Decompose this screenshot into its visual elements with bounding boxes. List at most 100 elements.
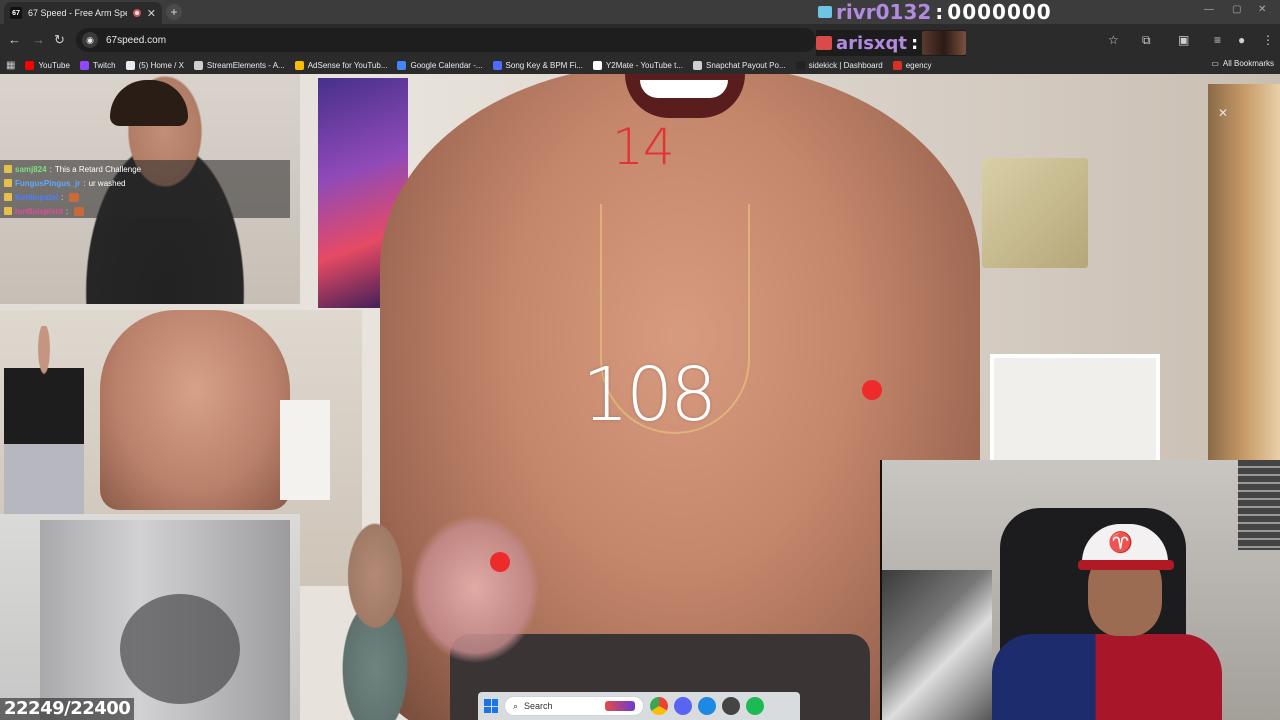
bookmark-item[interactable]: YouTube [25, 60, 70, 70]
badge-icon [816, 36, 832, 50]
bookmark-label: AdSense for YouTub... [307, 60, 388, 70]
bookmark-label: StreamElements - A... [206, 60, 285, 70]
bookmark-favicon-icon [892, 60, 902, 70]
close-overlay-icon[interactable]: ✕ [1218, 106, 1228, 120]
minimize-icon[interactable]: — [1204, 4, 1214, 15]
chat-overlay: samj824: This a Retard Challenge FungusPin… [0, 160, 290, 218]
taskbar: ⌕ Search [478, 692, 800, 720]
dark-patch [120, 594, 240, 704]
tab-title: 67 Speed - Free Arm Speed [28, 8, 127, 18]
url-text: 67speed.com [106, 34, 167, 46]
bookmark-item[interactable]: Snapchat Payout Po... [693, 60, 786, 70]
streamer-webcam: ♈ [880, 460, 1280, 720]
chat-badge-icon [4, 207, 12, 215]
progress-counter: 22249/22400 [0, 698, 135, 720]
bookmark-favicon-icon [492, 60, 502, 70]
bookmark-favicon-icon [294, 60, 304, 70]
overlay-top-user: rivr0132 : 0000000 [818, 0, 1052, 24]
search-highlight-image [605, 701, 635, 711]
emote-image [922, 31, 967, 55]
cap-logo: ♈ [1108, 532, 1133, 554]
bookmark-favicon-icon [693, 60, 702, 70]
bookmark-label: (5) Home / X [138, 60, 184, 70]
taskbar-search[interactable]: ⌕ Search [504, 696, 644, 716]
shelf-thumbnail [280, 400, 330, 500]
bookmark-star-icon[interactable]: ☆ [1108, 33, 1119, 47]
chat-emote-image [74, 206, 85, 216]
bookmark-label: Google Calendar -... [410, 60, 483, 70]
timer-display: 14 [612, 118, 675, 176]
windows-start-icon[interactable] [484, 699, 498, 713]
video-stage: 14 108 ✕ samj824: This a Retard Challenge… [0, 74, 1280, 720]
apps-grid-icon[interactable]: ▦ [6, 60, 15, 71]
bookmark-item[interactable]: Twitch [79, 60, 116, 70]
reload-icon[interactable]: ↻ [54, 32, 65, 48]
all-bookmarks-button[interactable]: ▭ All Bookmarks [1211, 59, 1274, 68]
overlay-top-username: rivr0132 [836, 0, 932, 24]
browser-toolbar: ← → ↻ ◉ 67speed.com ☆ ⧉ ▣ ≡ ● ⋮ [0, 24, 1280, 56]
cap-brim [1078, 560, 1174, 570]
browser-tab[interactable]: 67 67 Speed - Free Arm Speed ✕ [4, 2, 162, 24]
chat-username: samj824 [15, 164, 47, 174]
bookmark-label: Y2Mate - YouTube t... [605, 60, 683, 70]
pip-camera-bottom [0, 514, 300, 720]
bookmark-label: sidekick | Dashboard [808, 60, 883, 70]
all-bookmarks-label: All Bookmarks [1222, 59, 1274, 68]
profile-icon[interactable]: ● [1238, 33, 1245, 47]
bookmark-label: egency [905, 60, 932, 70]
sidepanel-icon[interactable]: ▣ [1178, 33, 1189, 47]
bookmark-item[interactable]: StreamElements - A... [193, 60, 285, 70]
bookmark-favicon-icon [397, 60, 407, 70]
maximize-icon[interactable]: ▢ [1232, 4, 1241, 15]
room-clutter [882, 570, 992, 720]
bookmark-favicon-icon [795, 60, 805, 70]
bookmark-item[interactable]: sidekick | Dashboard [795, 60, 883, 70]
bookmark-label: Twitch [92, 60, 116, 70]
spotify-icon[interactable] [746, 697, 764, 715]
overlay-second-username: arisxqt [836, 32, 908, 54]
media-icon[interactable]: ≡ [1214, 33, 1221, 47]
bookmark-label: Snapchat Payout Po... [706, 60, 786, 70]
rep-counter: 108 [582, 352, 717, 438]
window-blinds [1238, 460, 1280, 550]
search-icon: ⌕ [513, 700, 519, 711]
obs-icon[interactable] [722, 697, 740, 715]
site-info-icon[interactable]: ◉ [82, 32, 98, 48]
close-tab-icon[interactable]: ✕ [147, 7, 156, 20]
chat-message: FungusPingus_jr: ur washed [4, 176, 286, 190]
chat-username: lordluisplsnt [15, 206, 63, 216]
tracking-dot [862, 380, 882, 400]
discord-icon[interactable] [674, 697, 692, 715]
bookmark-item[interactable]: Song Key & BPM Fi... [492, 60, 583, 70]
app-icon[interactable] [698, 697, 716, 715]
chat-message: samj824: This a Retard Challenge [4, 162, 286, 176]
screen: 67 67 Speed - Free Arm Speed ✕ + — ▢ ✕ ←… [0, 0, 1280, 720]
toy-figure [300, 514, 450, 720]
stairs-image [1208, 84, 1280, 524]
folder-icon: ▭ [1211, 59, 1219, 68]
overlay-second-user: arisxqt : [816, 30, 967, 56]
chrome-icon[interactable] [650, 697, 668, 715]
new-tab-button[interactable]: + [166, 4, 182, 20]
chat-text: ur washed [88, 178, 126, 188]
address-bar[interactable]: ◉ 67speed.com [76, 28, 816, 52]
bookmark-item[interactable]: Google Calendar -... [397, 60, 483, 70]
extensions-icon[interactable]: ⧉ [1142, 33, 1151, 48]
badge-icon [818, 6, 832, 18]
chat-username: FungusPingus_jr [15, 178, 81, 188]
bookmark-favicon-icon [193, 60, 203, 70]
chat-message: Kehlinpatel: [4, 190, 286, 204]
forward-icon[interactable]: → [32, 32, 45, 47]
chat-message: lordluisplsnt: [4, 204, 286, 218]
streamer-shirt [992, 634, 1222, 720]
bookmark-item[interactable]: (5) Home / X [125, 60, 184, 70]
bookmark-favicon-icon [25, 60, 35, 70]
menu-icon[interactable]: ⋮ [1262, 33, 1274, 47]
bookmark-item[interactable]: AdSense for YouTub... [294, 60, 388, 70]
bookmark-item[interactable]: egency [892, 60, 932, 70]
chat-emote-image [69, 192, 80, 202]
bookmark-item[interactable]: Y2Mate - YouTube t... [592, 60, 683, 70]
back-icon[interactable]: ← [8, 32, 21, 47]
close-window-icon[interactable]: ✕ [1258, 4, 1266, 15]
tracking-dot [490, 552, 510, 572]
